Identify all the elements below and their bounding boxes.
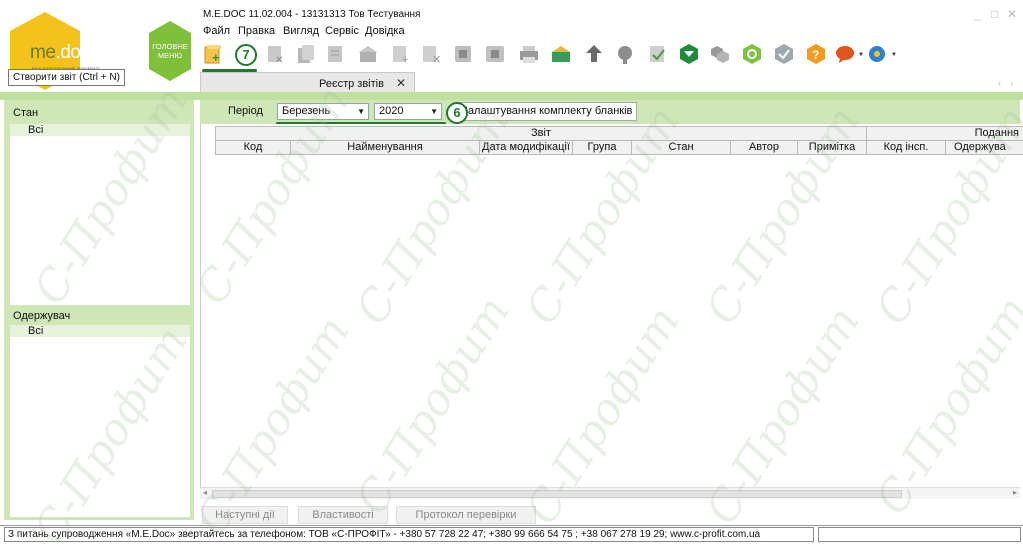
- print-icon[interactable]: [518, 43, 540, 65]
- title-bar: M.E.DOC 11.02.004 - 13131313 Тов Тестува…: [200, 6, 1023, 23]
- window-title: M.E.DOC 11.02.004 - 13131313 Тов Тестува…: [203, 9, 421, 20]
- minimize-button[interactable]: _: [974, 7, 981, 21]
- new-report-icon[interactable]: +: [203, 43, 225, 65]
- logo-doc-text: doc: [60, 42, 90, 63]
- mail-icon[interactable]: [550, 43, 572, 65]
- group-icon[interactable]: [709, 43, 731, 65]
- archive-icon[interactable]: [484, 43, 506, 65]
- copy-icon[interactable]: [295, 43, 317, 65]
- maximize-button[interactable]: □: [991, 7, 998, 21]
- upload-icon[interactable]: [583, 43, 605, 65]
- month-select-value: Березень: [282, 105, 331, 117]
- logo-text: me.doc: [30, 42, 90, 64]
- column-name[interactable]: Найменування: [290, 140, 480, 155]
- svg-text:+: +: [212, 50, 220, 65]
- month-select[interactable]: Березень ▼: [277, 103, 369, 120]
- close-doc-icon[interactable]: [452, 43, 474, 65]
- state-item-all-label: Всі: [28, 124, 44, 136]
- column-modified-date[interactable]: Дата модифікації: [479, 140, 573, 155]
- svg-text:✕: ✕: [275, 55, 283, 65]
- scroll-right-icon[interactable]: ▸: [1013, 488, 1017, 497]
- year-select-value: 2020: [379, 105, 404, 117]
- add-doc-icon[interactable]: +: [390, 43, 412, 65]
- tab-scroll-left-icon[interactable]: ‹: [998, 78, 1001, 88]
- chat-icon[interactable]: [834, 43, 856, 65]
- year-select[interactable]: 2020 ▼: [374, 103, 442, 120]
- menu-service[interactable]: Сервіс: [325, 25, 359, 37]
- callout-filter: 6: [446, 102, 468, 124]
- receiver-title: Одержувач: [13, 310, 71, 322]
- state-item-all[interactable]: Всі: [10, 124, 190, 136]
- tab-close-icon[interactable]: ✕: [396, 76, 406, 90]
- toolbar: + 7 ✕ + ✕ ? ▼ ▼: [200, 41, 1023, 72]
- edit-icon[interactable]: [325, 43, 347, 65]
- green-ribbon: [0, 92, 1023, 100]
- create-report-tooltip: Створити звіт (Ctrl + N): [8, 69, 125, 86]
- send-icon[interactable]: [357, 43, 379, 65]
- status-bar: З питань супроводження «M.E.Doc» звертай…: [0, 525, 1023, 542]
- help-icon[interactable]: ?: [805, 43, 827, 65]
- receiver-item-all-label: Всі: [28, 325, 44, 337]
- tab-properties[interactable]: Властивості: [298, 506, 388, 524]
- svg-text:+: +: [402, 54, 408, 65]
- tab-scroll-right-icon[interactable]: ›: [1010, 78, 1013, 88]
- column-code[interactable]: Код: [215, 140, 291, 155]
- menu-file[interactable]: Файл: [203, 25, 230, 37]
- callout-toolbar: 7: [235, 44, 257, 66]
- column-status[interactable]: Стан: [631, 140, 731, 155]
- refresh-icon[interactable]: [741, 43, 763, 65]
- filter-icon[interactable]: [678, 43, 700, 65]
- main-menu-label[interactable]: ГОЛОВНЕ МЕНЮ: [149, 42, 191, 60]
- svg-text:✕: ✕: [432, 54, 441, 65]
- scrollbar-thumb[interactable]: [212, 490, 902, 498]
- bottom-tabs: Наступні дії Властивості Протокол переві…: [200, 506, 1020, 524]
- svg-text:?: ?: [812, 48, 819, 62]
- sign-icon[interactable]: [773, 43, 795, 65]
- search-doc-icon[interactable]: ✕: [420, 43, 442, 65]
- reports-table: Звіт Подання Код Найменування Дата модиф…: [200, 124, 1023, 497]
- column-receiver[interactable]: Одержува: [945, 140, 1023, 155]
- column-group[interactable]: Група: [572, 140, 632, 155]
- tab-next-actions[interactable]: Наступні дії: [202, 506, 288, 524]
- status-panel-secondary: [818, 527, 1021, 542]
- tab-bar: Реєстр звітів ✕ ‹ ›: [200, 72, 1023, 94]
- sidebar: Стан Всі Одержувач Всі: [4, 100, 194, 520]
- menu-help[interactable]: Довідка: [365, 25, 405, 37]
- close-window-button[interactable]: ✕: [1007, 7, 1017, 21]
- support-contacts: З питань супроводження «M.E.Doc» звертай…: [4, 527, 814, 542]
- receiver-list: Всі: [9, 324, 191, 518]
- network-icon[interactable]: [866, 43, 888, 65]
- state-list: Всі: [9, 123, 191, 306]
- menu-edit[interactable]: Правка: [238, 25, 275, 37]
- receiver-item-all[interactable]: Всі: [10, 325, 190, 337]
- period-label: Період: [228, 105, 263, 117]
- scroll-left-icon[interactable]: ◂: [203, 488, 207, 497]
- network-dropdown-icon[interactable]: ▼: [891, 52, 897, 58]
- state-title: Стан: [13, 107, 39, 119]
- menu-view[interactable]: Вигляд: [283, 25, 319, 37]
- tab-reports-registry[interactable]: Реєстр звітів ✕: [200, 72, 415, 94]
- group-header-report: Звіт: [215, 126, 867, 141]
- column-author[interactable]: Автор: [730, 140, 798, 155]
- column-inspection-code[interactable]: Код інсп.: [866, 140, 946, 155]
- chevron-down-icon: ▼: [357, 107, 365, 116]
- menu-bar: Файл Правка Вигляд Сервіс Довідка: [200, 23, 1023, 39]
- group-header-submission: Подання: [866, 126, 1023, 141]
- delete-report-icon[interactable]: ✕: [264, 43, 286, 65]
- chat-dropdown-icon[interactable]: ▼: [858, 52, 864, 58]
- settings-icon[interactable]: [614, 43, 636, 65]
- tab-check-protocol[interactable]: Протокол перевірки: [396, 506, 536, 524]
- logo-main-text: me: [30, 42, 56, 63]
- blanks-settings-button[interactable]: Налаштування комплекту бланків: [455, 102, 638, 121]
- check-icon[interactable]: [647, 43, 669, 65]
- chevron-down-icon: ▼: [430, 107, 438, 116]
- horizontal-scrollbar[interactable]: ◂ ▸: [200, 487, 1020, 499]
- tab-reports-registry-label: Реєстр звітів: [319, 78, 384, 90]
- filter-bar: Період Березень ▼ 2020 ▼ Налаштування ко…: [200, 100, 1020, 125]
- column-note[interactable]: Примітка: [797, 140, 867, 155]
